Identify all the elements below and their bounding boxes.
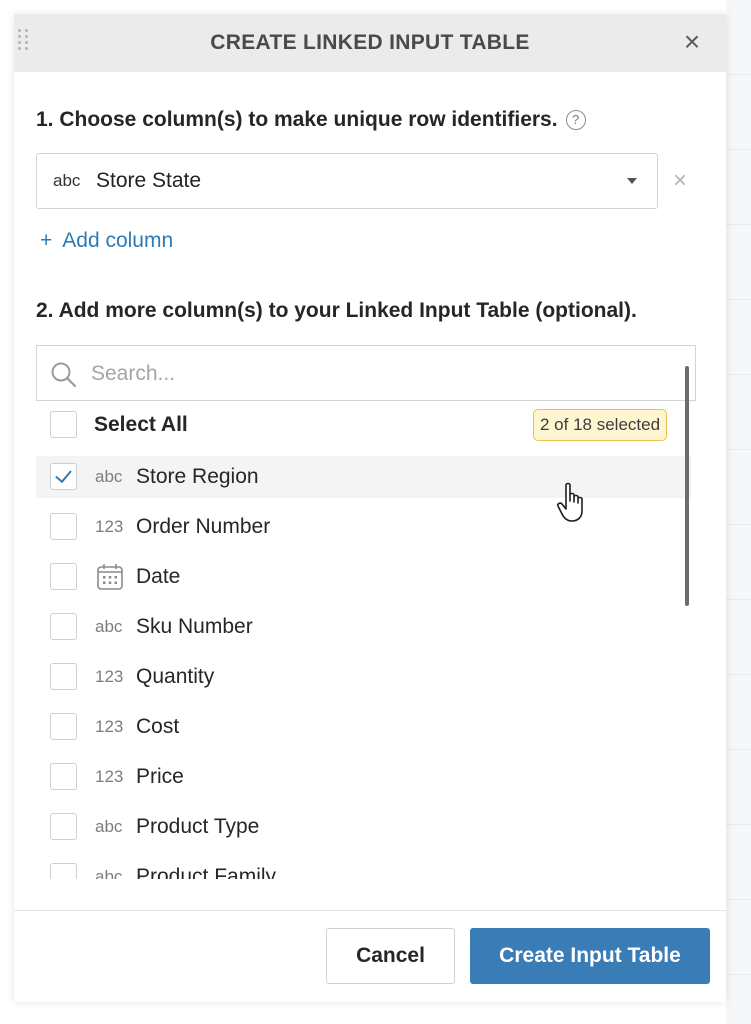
calendar-icon [97, 564, 123, 590]
create-linked-input-table-dialog: CREATE LINKED INPUT TABLE × 1. Choose co… [14, 14, 726, 1002]
column-name: Sku Number [136, 615, 253, 638]
list-item-store-region[interactable]: abc Store Region [36, 456, 691, 498]
text-type-icon: abc [95, 617, 123, 636]
list-item-sku-number[interactable]: abc Sku Number [36, 606, 691, 648]
chevron-down-icon [627, 178, 637, 184]
column-checkbox[interactable] [50, 713, 77, 740]
help-icon[interactable]: ? [565, 110, 586, 130]
list-item-product-type[interactable]: abc Product Type [36, 806, 691, 848]
list-item-order-number[interactable]: 123 Order Number [36, 506, 691, 548]
column-checkbox[interactable] [50, 463, 77, 490]
remove-column-icon[interactable]: × [670, 166, 690, 196]
text-type-icon: abc [95, 467, 123, 486]
add-column-button[interactable]: + Add column [40, 229, 173, 253]
column-checkbox[interactable] [50, 663, 77, 690]
row-identifier-value: Store State [96, 169, 202, 192]
column-checkbox[interactable] [50, 513, 77, 540]
row-identifier-select[interactable]: abc Store State [36, 153, 658, 209]
column-checkbox[interactable] [50, 863, 77, 879]
list-item-price[interactable]: 123 Price [36, 756, 691, 798]
select-all-checkbox[interactable] [50, 411, 77, 438]
column-name: Product Type [136, 815, 260, 838]
number-type-icon: 123 [95, 717, 124, 736]
dialog-header: CREATE LINKED INPUT TABLE × [14, 14, 726, 72]
close-icon[interactable]: × [676, 26, 708, 58]
column-list: Select All 2 of 18 selected abc Store Re… [36, 401, 696, 879]
list-item-date[interactable]: Date [36, 556, 691, 598]
column-name: Cost [136, 715, 180, 738]
dialog-title: CREATE LINKED INPUT TABLE [210, 31, 530, 54]
checkmark-icon [55, 465, 72, 484]
column-name: Product Family [136, 865, 277, 879]
column-checkbox[interactable] [50, 813, 77, 840]
list-item-cost[interactable]: 123 Cost [36, 706, 691, 748]
section-1-label: 1. Choose column(s) to make unique row i… [36, 108, 586, 132]
column-checkbox[interactable] [50, 613, 77, 640]
dialog-footer: Cancel Create Input Table [14, 910, 726, 1002]
search-icon [51, 362, 77, 388]
number-type-icon: 123 [95, 767, 124, 786]
section-2-label: 2. Add more column(s) to your Linked Inp… [36, 299, 637, 322]
column-checkbox[interactable] [50, 763, 77, 790]
column-name: Store Region [136, 465, 259, 488]
plus-icon: + [40, 229, 53, 252]
search-input[interactable] [89, 356, 653, 392]
column-name: Order Number [136, 515, 271, 538]
column-name: Date [136, 565, 181, 588]
section-1-label-text: 1. Choose column(s) to make unique row i… [36, 108, 558, 131]
select-all-label: Select All [94, 413, 188, 436]
add-column-label: Add column [62, 229, 174, 252]
list-item-product-family[interactable]: abc Product Family [36, 856, 691, 879]
text-type-icon: abc [53, 171, 81, 190]
select-all-row[interactable]: Select All 2 of 18 selected [36, 404, 691, 446]
text-type-icon: abc [95, 867, 123, 879]
column-name: Price [136, 765, 184, 788]
cancel-button[interactable]: Cancel [326, 928, 455, 984]
create-input-table-button[interactable]: Create Input Table [470, 928, 710, 984]
background-sheet [726, 0, 751, 1024]
number-type-icon: 123 [95, 517, 124, 536]
number-type-icon: 123 [95, 667, 124, 686]
text-type-icon: abc [95, 817, 123, 836]
list-scrollbar[interactable] [685, 366, 689, 606]
hand-cursor-icon [557, 482, 583, 522]
list-item-quantity[interactable]: 123 Quantity [36, 656, 691, 698]
column-checkbox[interactable] [50, 563, 77, 590]
selected-count-badge: 2 of 18 selected [533, 409, 668, 441]
column-search-box[interactable] [36, 345, 696, 401]
column-name: Quantity [136, 665, 215, 688]
